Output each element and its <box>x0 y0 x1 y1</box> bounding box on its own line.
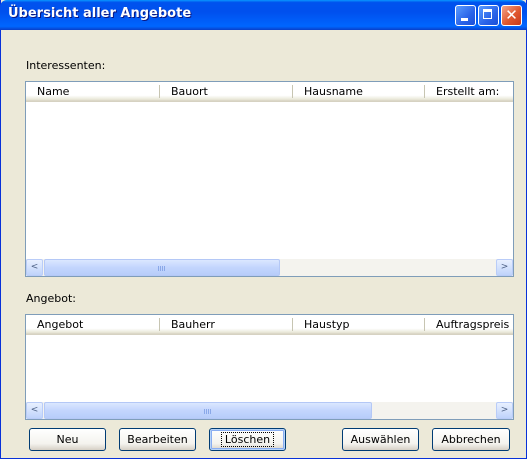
scroll-left-button[interactable]: < <box>26 259 43 276</box>
angebot-horizontal-scrollbar[interactable]: < > <box>26 402 513 419</box>
close-icon: ✕ <box>505 6 518 24</box>
angebot-list[interactable]: Angebot Bauherr Haustyp Auftragspreis < … <box>25 314 514 420</box>
column-header-angebot[interactable]: Angebot <box>26 315 159 334</box>
select-button-label: Auswählen <box>350 433 411 446</box>
dialog-window: Übersicht aller Angebote ✕ Interessenten… <box>0 0 527 459</box>
delete-button-label: Löschen <box>220 432 275 447</box>
new-button[interactable]: Neu <box>29 428 106 451</box>
edit-button[interactable]: Bearbeiten <box>119 428 196 451</box>
minimize-button[interactable] <box>455 5 476 26</box>
edit-button-label: Bearbeiten <box>127 433 188 446</box>
cancel-button[interactable]: Abbrechen <box>432 428 510 451</box>
scroll-left-button[interactable]: < <box>26 402 43 419</box>
cancel-button-label: Abbrechen <box>441 433 501 446</box>
new-button-label: Neu <box>56 433 79 446</box>
column-header-bauort[interactable]: Bauort <box>160 82 292 101</box>
window-title: Übersicht aller Angebote <box>8 6 192 21</box>
column-header-bauherr[interactable]: Bauherr <box>160 315 292 334</box>
scrollbar-thumb[interactable] <box>44 402 372 419</box>
title-bar[interactable]: Übersicht aller Angebote ✕ <box>0 0 527 30</box>
delete-button[interactable]: Löschen <box>209 428 286 451</box>
interessenten-horizontal-scrollbar[interactable]: < > <box>26 259 513 276</box>
interessenten-list[interactable]: Name Bauort Hausname Erstellt am: < > <box>25 81 514 277</box>
interessenten-header: Name Bauort Hausname Erstellt am: <box>26 82 513 102</box>
angebot-label: Angebot: <box>26 292 76 305</box>
scroll-right-button[interactable]: > <box>496 259 513 276</box>
column-header-name[interactable]: Name <box>26 82 159 101</box>
column-header-hausname[interactable]: Hausname <box>293 82 424 101</box>
maximize-icon <box>483 9 492 19</box>
minimize-icon <box>461 18 468 21</box>
angebot-header: Angebot Bauherr Haustyp Auftragspreis <box>26 315 513 335</box>
maximize-button[interactable] <box>478 5 499 26</box>
interessenten-label: Interessenten: <box>26 59 106 72</box>
column-header-auftragspreis[interactable]: Auftragspreis <box>425 315 513 334</box>
close-button[interactable]: ✕ <box>501 5 522 26</box>
scroll-right-button[interactable]: > <box>496 402 513 419</box>
column-header-haustyp[interactable]: Haustyp <box>293 315 424 334</box>
column-header-erstellt-am[interactable]: Erstellt am: <box>425 82 513 101</box>
select-button[interactable]: Auswählen <box>342 428 419 451</box>
scrollbar-thumb[interactable] <box>44 259 280 276</box>
